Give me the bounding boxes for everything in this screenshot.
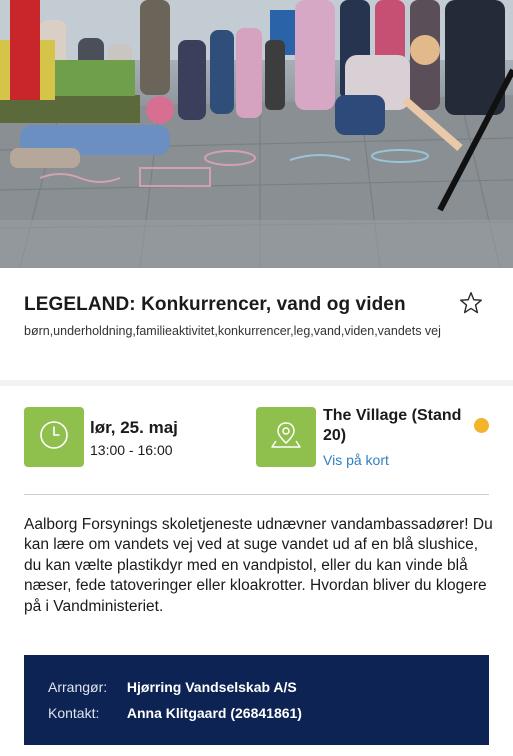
star-outline-icon[interactable]: [458, 290, 484, 316]
divider: [24, 494, 489, 495]
event-photo: [0, 0, 513, 268]
location-name: The Village (Stand 20): [323, 407, 462, 444]
event-title: LEGELAND: Konkurrencer, vand og viden: [24, 294, 406, 315]
status-indicator-dot: [474, 418, 489, 433]
event-photo-illustration: [0, 0, 513, 268]
event-date: lør, 25. maj: [90, 418, 178, 437]
location-icon-box[interactable]: [256, 407, 316, 467]
organizer-label: Arrangør:: [48, 679, 108, 695]
contact-label: Kontakt:: [48, 705, 100, 721]
section-gap: [0, 380, 513, 386]
organizer-info-box: Arrangør: Hjørring Vandselskab A/S Konta…: [24, 655, 489, 745]
organizer-value: Hjørring Vandselskab A/S: [126, 679, 297, 695]
event-tags: børn,underholdning,familieaktivitet,konk…: [24, 324, 441, 338]
event-time: 13:00 - 16:00: [90, 442, 173, 458]
show-on-map-link[interactable]: Vis på kort: [323, 452, 389, 468]
contact-value: Anna Klitgaard (26841861): [126, 705, 302, 721]
organizer-row: Arrangør: Hjørring Vandselskab A/S: [48, 679, 297, 695]
contact-row: Kontakt: Anna Klitgaard (26841861): [48, 705, 302, 721]
date-icon-box: [24, 407, 84, 467]
map-pin-icon: [270, 419, 302, 456]
clock-icon: [38, 419, 70, 456]
event-description: Aalborg Forsynings skoletjeneste udnævne…: [24, 516, 493, 615]
